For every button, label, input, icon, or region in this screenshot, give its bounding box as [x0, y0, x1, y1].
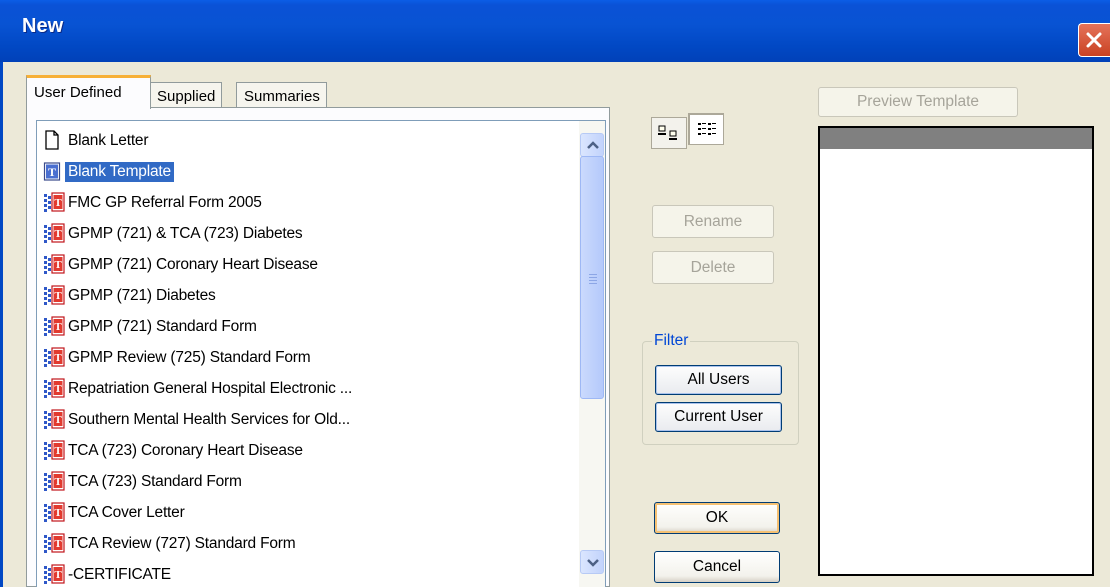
preview-template-label: Preview Template	[856, 93, 980, 110]
list-item[interactable]: T Blank Template	[43, 158, 174, 186]
close-button[interactable]	[1078, 23, 1110, 57]
list-item-label: Blank Letter	[68, 132, 149, 149]
list-item[interactable]: T GPMP (721) Diabetes	[43, 282, 219, 310]
tab-label: User Defined	[34, 84, 122, 101]
template-icon: T	[43, 160, 63, 184]
list-item[interactable]: T GPMP Review (725) Standard Form	[43, 344, 313, 372]
list-item[interactable]: T TCA Review (727) Standard Form	[43, 530, 298, 558]
svg-text:T: T	[54, 569, 62, 581]
form-template-icon: T	[43, 284, 65, 308]
list-item[interactable]: T TCA (723) Standard Form	[43, 468, 245, 496]
title-bar[interactable]: New	[0, 0, 1110, 62]
list-item[interactable]: T GPMP (721) Coronary Heart Disease	[43, 251, 321, 279]
form-template-icon: T	[43, 222, 65, 246]
rename-label: Rename	[683, 213, 743, 230]
delete-label: Delete	[690, 259, 736, 276]
cancel-label: Cancel	[692, 558, 742, 575]
scroll-down-button[interactable]	[580, 550, 604, 574]
list-item[interactable]: T Repatriation General Hospital Electroni…	[43, 375, 355, 403]
scroll-up-button[interactable]	[580, 133, 604, 157]
blank-document-icon	[43, 129, 63, 153]
list-item[interactable]: T GPMP (721) Standard Form	[43, 313, 260, 341]
list-item-label: GPMP (721) & TCA (723) Diabetes	[68, 225, 303, 242]
list-item-label: FMC GP Referral Form 2005	[68, 194, 262, 211]
tab-label: Supplied	[157, 88, 216, 105]
large-icons-icon	[652, 125, 686, 152]
delete-button[interactable]: Delete	[652, 251, 774, 284]
list-item[interactable]: T TCA Cover Letter	[43, 499, 188, 527]
svg-text:T: T	[54, 476, 62, 488]
tab-supplied[interactable]: Supplied	[149, 82, 223, 110]
form-template-icon: T	[43, 501, 65, 525]
list-item-label: TCA (723) Coronary Heart Disease	[68, 442, 303, 459]
svg-text:T: T	[54, 445, 62, 457]
svg-text:T: T	[48, 165, 56, 179]
filter-label: Filter	[652, 332, 691, 350]
form-template-icon: T	[43, 408, 65, 432]
scroll-thumb[interactable]	[580, 156, 604, 399]
svg-text:T: T	[54, 352, 62, 364]
current-user-label: Current User	[674, 408, 763, 425]
preview-template-button[interactable]: Preview Template	[818, 87, 1018, 117]
form-template-icon: T	[43, 439, 65, 463]
list-item-label: Repatriation General Hospital Electronic…	[68, 380, 353, 397]
form-template-icon: T	[43, 253, 65, 277]
tab-label: Summaries	[244, 88, 320, 105]
svg-text:T: T	[54, 321, 62, 333]
ok-label: OK	[705, 509, 729, 526]
form-template-icon: T	[43, 315, 65, 339]
window-title: New	[22, 15, 64, 37]
list-item-label: GPMP (721) Coronary Heart Disease	[68, 256, 318, 273]
form-template-icon: T	[43, 377, 65, 401]
form-template-icon: T	[43, 470, 65, 494]
list-view-icon	[689, 123, 723, 148]
svg-text:T: T	[54, 290, 62, 302]
list-item-label: TCA Review (727) Standard Form	[68, 535, 296, 552]
current-user-button[interactable]: Current User	[655, 402, 782, 432]
list-item-label: -CERTIFICATE	[68, 566, 171, 583]
form-template-icon: T	[43, 563, 65, 587]
preview-header	[820, 128, 1092, 149]
svg-text:T: T	[54, 259, 62, 271]
list-item[interactable]: T FMC GP Referral Form 2005	[43, 189, 265, 217]
ok-button[interactable]: OK	[654, 502, 780, 534]
template-preview-pane	[818, 126, 1094, 576]
cancel-button[interactable]: Cancel	[654, 551, 780, 583]
rename-button[interactable]: Rename	[652, 205, 774, 238]
list-scrollbar[interactable]	[579, 121, 605, 587]
form-template-icon: T	[43, 532, 65, 556]
list-item[interactable]: T GPMP (721) & TCA (723) Diabetes	[43, 220, 305, 248]
svg-text:T: T	[54, 228, 62, 240]
list-item-label: TCA (723) Standard Form	[68, 473, 242, 490]
list-item[interactable]: T TCA (723) Coronary Heart Disease	[43, 437, 306, 465]
list-item-label: Southern Mental Health Services for Old.…	[68, 411, 350, 428]
list-item[interactable]: T Southern Mental Health Services for Old…	[43, 406, 353, 434]
list-item-label: GPMP (721) Standard Form	[68, 318, 257, 335]
list-item-label: Blank Template	[65, 162, 174, 182]
list-view-button[interactable]	[688, 113, 724, 145]
svg-text:T: T	[54, 538, 62, 550]
large-icons-view-button[interactable]	[651, 117, 687, 149]
form-template-icon: T	[43, 191, 65, 215]
svg-text:T: T	[54, 383, 62, 395]
all-users-label: All Users	[687, 371, 750, 388]
form-template-icon: T	[43, 346, 65, 370]
list-item-label: GPMP (721) Diabetes	[68, 287, 216, 304]
list-item[interactable]: Blank Letter	[43, 127, 151, 155]
svg-text:T: T	[54, 197, 62, 209]
list-item-label: GPMP Review (725) Standard Form	[68, 349, 311, 366]
new-dialog: New Supplied Summaries User Defined Blan…	[0, 0, 1110, 587]
list-item-label: TCA Cover Letter	[68, 504, 185, 521]
all-users-button[interactable]: All Users	[655, 365, 782, 395]
template-list[interactable]: Blank Letter T Blank Template T FMC GP Refer…	[36, 120, 606, 587]
svg-text:T: T	[54, 507, 62, 519]
tab-user-defined[interactable]: User Defined	[26, 75, 151, 109]
svg-text:T: T	[54, 414, 62, 426]
list-item[interactable]: T -CERTIFICATE	[43, 561, 174, 587]
tab-summaries[interactable]: Summaries	[236, 82, 327, 110]
